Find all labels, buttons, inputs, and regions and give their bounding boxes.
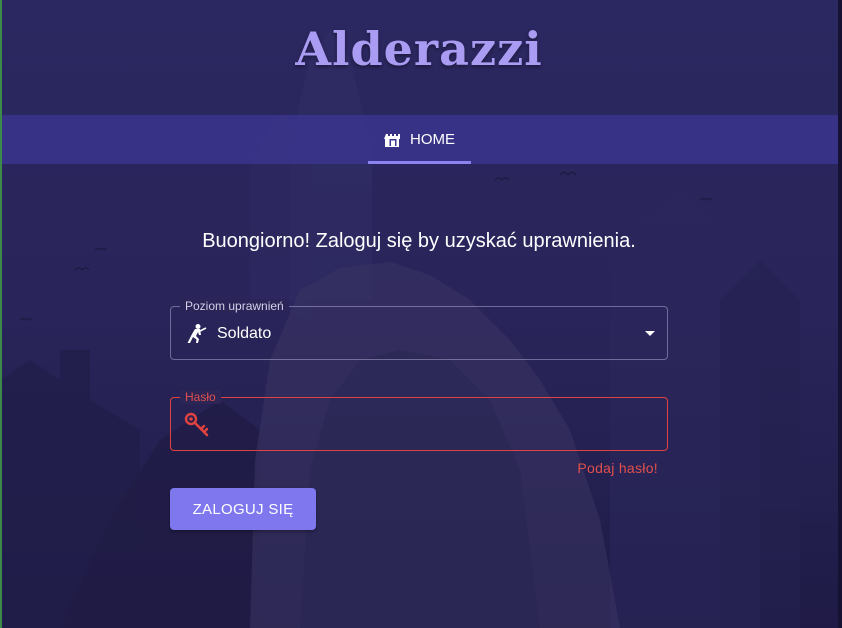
password-field[interactable]: Hasło	[170, 390, 668, 451]
login-greeting: Buongiorno! Zaloguj się by uzyskać upraw…	[202, 230, 636, 252]
role-select-label: Poziom uprawnień	[180, 299, 289, 313]
password-error-message: Podaj hasło!	[577, 460, 658, 476]
app-logo[interactable]: Alderazzi	[0, 22, 838, 76]
login-button[interactable]: ZALOGUJ SIĘ	[170, 488, 316, 530]
chevron-down-icon[interactable]	[645, 331, 655, 336]
window-right-edge	[838, 0, 842, 628]
tab-home-label: HOME	[410, 131, 455, 148]
role-select[interactable]: Poziom uprawnień Soldato	[170, 299, 668, 360]
top-navbar: HOME	[0, 115, 838, 164]
castle-icon	[384, 133, 400, 147]
tab-home[interactable]: HOME	[368, 115, 471, 164]
key-icon	[184, 412, 209, 437]
role-select-value: Soldato	[217, 325, 272, 342]
password-field-label: Hasło	[180, 390, 221, 404]
window-left-edge	[0, 0, 2, 628]
soldier-icon	[187, 324, 207, 343]
active-tab-indicator	[368, 161, 471, 164]
password-input[interactable]	[219, 408, 653, 442]
